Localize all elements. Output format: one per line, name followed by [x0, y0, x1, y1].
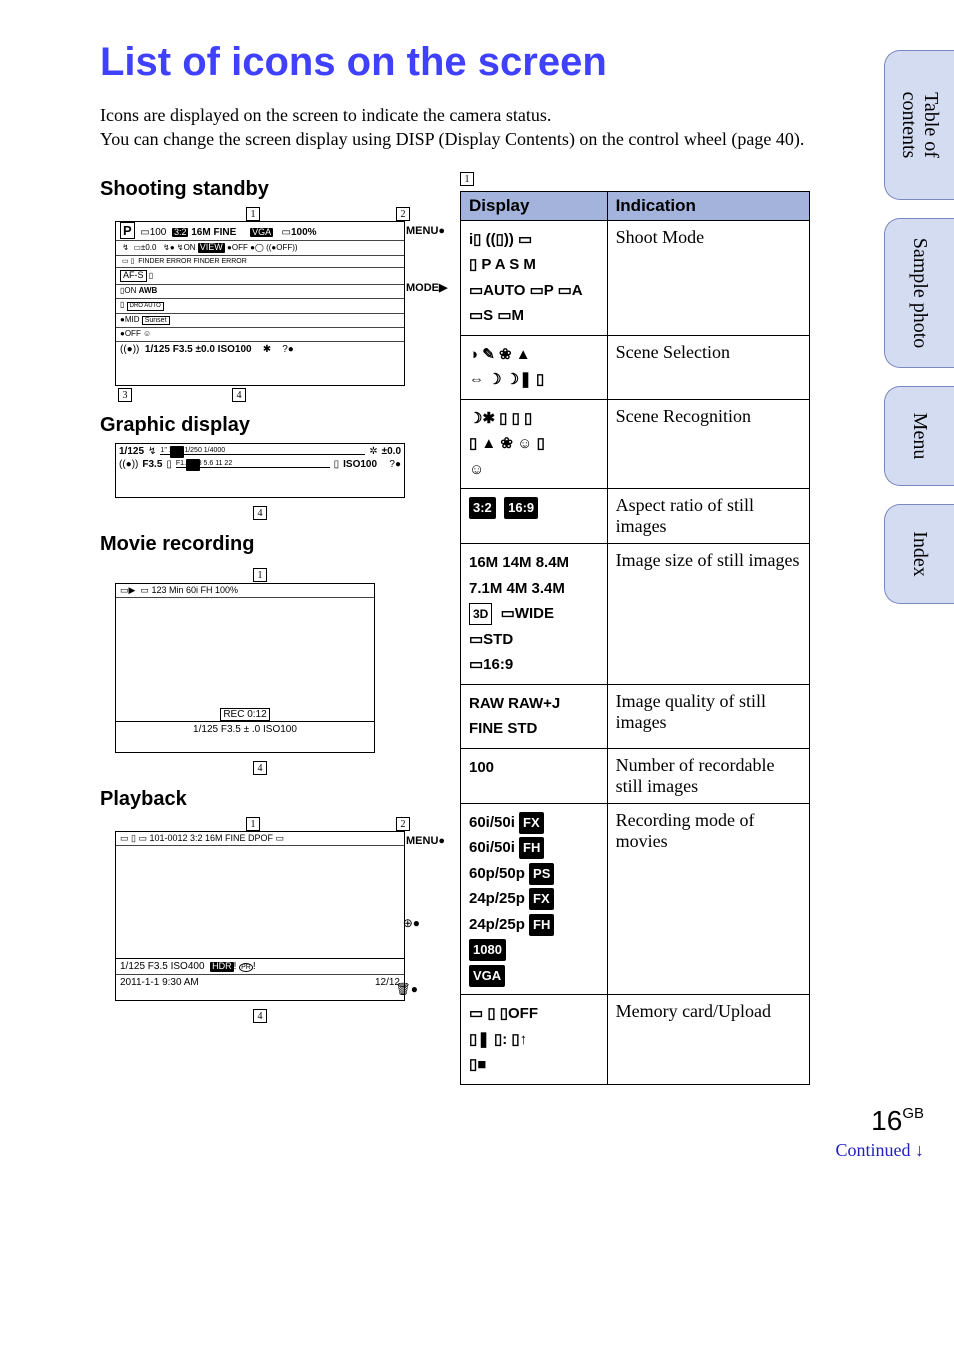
cell-display: 100 [461, 748, 608, 803]
cell-display: RAW RAW+JFINE STD [461, 684, 608, 748]
heading-playback: Playback [100, 788, 420, 811]
table-row: 3:2 16:9Aspect ratio of still images [461, 489, 810, 544]
th-display: Display [461, 191, 608, 220]
callout-1c: 1 [246, 817, 260, 831]
heading-shooting-standby: Shooting standby [100, 178, 420, 201]
cell-indication: Aspect ratio of still images [607, 489, 809, 544]
figure-playback: MENU● ⊕● 🗑● ▭ ▯ ▭ 101-0012 3:2 16M FINE … [115, 831, 405, 1001]
callout-4d: 4 [253, 1009, 267, 1023]
icon-indication-table: Display Indication i▯ ((▯)) ▭▯ P A S M▭A… [460, 191, 810, 1085]
th-indication: Indication [607, 191, 809, 220]
cell-display: 16M 14M 8.4M7.1M 4M 3.4M3D ▭WIDE▭STD▭16:… [461, 544, 608, 685]
table-row: i▯ ((▯)) ▭▯ P A S M▭AUTO ▭P ▭A▭S ▭MShoot… [461, 220, 810, 335]
cell-display: ◑ ✎ ❀ ▲⇔ ☽ ☽❚ ▯ [461, 335, 608, 399]
figure-movie-recording: ▭▶ ▭ 123 Min 60i FH 100% REC 0:12 1/125 … [115, 583, 375, 753]
table-row: ▭ ▯ ▯OFF▯❚ ▯: ▯↑▯■Memory card/Upload [461, 995, 810, 1085]
heading-graphic-display: Graphic display [100, 414, 420, 437]
tab-sample-photo[interactable]: Sample photo [884, 218, 954, 368]
side-tabs: Table of contents Sample photo Menu Inde… [884, 50, 954, 604]
callout-2b: 2 [396, 817, 410, 831]
page-number: 16GB [871, 1105, 924, 1137]
callout-1: 1 [246, 207, 260, 221]
tab-menu[interactable]: Menu [884, 386, 954, 486]
callout-4b: 4 [253, 506, 267, 520]
cell-indication: Image size of still images [607, 544, 809, 685]
cell-indication: Image quality of still images [607, 684, 809, 748]
cell-indication: Shoot Mode [607, 220, 809, 335]
table-row: 16M 14M 8.4M7.1M 4M 3.4M3D ▭WIDE▭STD▭16:… [461, 544, 810, 685]
heading-movie-recording: Movie recording [100, 533, 420, 556]
table-row: RAW RAW+JFINE STDImage quality of still … [461, 684, 810, 748]
table-row: 100Number of recordable still images [461, 748, 810, 803]
figure-shooting-standby: MENU● MODE▶ P ▭100 3:2 16M FINE VGA ▭100… [115, 221, 405, 386]
table-row: ◑ ✎ ❀ ▲⇔ ☽ ☽❚ ▯Scene Selection [461, 335, 810, 399]
callout-1b: 1 [253, 568, 267, 582]
mode-label: MODE▶ [406, 282, 442, 294]
tab-index[interactable]: Index [884, 504, 954, 604]
callout-4c: 4 [253, 761, 267, 775]
cell-display: 3:2 16:9 [461, 489, 608, 544]
figures-column: Shooting standby 1 2 MENU● MODE▶ P ▭100 … [100, 166, 420, 1024]
continued-indicator: Continued ↓ [836, 1140, 925, 1161]
tab-toc[interactable]: Table of contents [884, 50, 954, 200]
cell-indication: Scene Recognition [607, 399, 809, 489]
cell-indication: Number of recordable still images [607, 748, 809, 803]
cell-indication: Scene Selection [607, 335, 809, 399]
page-title: List of icons on the screen [100, 40, 810, 85]
callout-4: 4 [232, 388, 246, 402]
table-section-number: 1 [460, 172, 474, 186]
cell-display: i▯ ((▯)) ▭▯ P A S M▭AUTO ▭P ▭A▭S ▭M [461, 220, 608, 335]
cell-display: ▭ ▯ ▯OFF▯❚ ▯: ▯↑▯■ [461, 995, 608, 1085]
menu-label: MENU● [406, 225, 442, 237]
callout-3: 3 [118, 388, 132, 402]
cell-indication: Recording mode of movies [607, 803, 809, 995]
table-row: 60i/50i FX60i/50i FH60p/50p PS24p/25p FX… [461, 803, 810, 995]
figure-graphic-display: 1/125 ↯ 1" 1/30 1/250 1/4000 ✲ ±0.0 ((●)… [115, 443, 405, 498]
table-row: ☽✱ ▯ ▯ ▯▯ ▲ ❀ ☺ ▯☺Scene Recognition [461, 399, 810, 489]
menu-label-pb: MENU● [406, 835, 442, 847]
cell-indication: Memory card/Upload [607, 995, 809, 1085]
icon-table-column: 1 Display Indication i▯ ((▯)) ▭▯ P A S M… [460, 166, 810, 1085]
cell-display: 60i/50i FX60i/50i FH60p/50p PS24p/25p FX… [461, 803, 608, 995]
callout-2: 2 [396, 207, 410, 221]
intro-text: Icons are displayed on the screen to ind… [100, 103, 810, 152]
cell-display: ☽✱ ▯ ▯ ▯▯ ▲ ❀ ☺ ▯☺ [461, 399, 608, 489]
